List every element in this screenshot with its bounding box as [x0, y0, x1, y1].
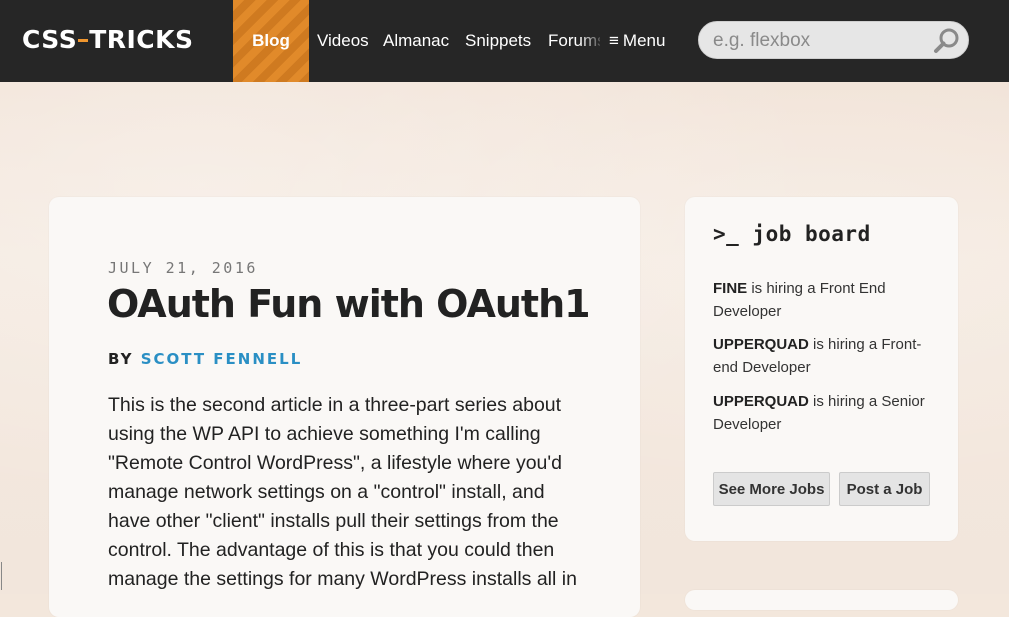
- byline-prefix: BY: [108, 350, 134, 368]
- search-icon[interactable]: [932, 26, 962, 56]
- hamburger-icon: ≡: [609, 31, 619, 50]
- job-listing: FINE is hiring a Front End Developer: [713, 277, 933, 323]
- article-date: JULY 21, 2016: [108, 259, 258, 277]
- site-logo[interactable]: CSS TRICKS: [22, 22, 194, 58]
- nav-item-almanac[interactable]: Almanac: [383, 0, 449, 82]
- menu-label: Menu: [622, 31, 666, 50]
- job-board-title: >_ job board: [713, 222, 871, 246]
- article-title[interactable]: OAuth Fun with OAuth1: [107, 279, 591, 329]
- nav-item-snippets[interactable]: Snippets: [465, 0, 531, 82]
- job-company-link[interactable]: UPPERQUAD: [713, 336, 809, 353]
- logo-text-right: TRICKS: [89, 25, 194, 54]
- search-input[interactable]: [711, 22, 925, 60]
- author-link[interactable]: SCOTT FENNELL: [141, 350, 303, 368]
- scrollbar-edge: [1, 562, 2, 590]
- top-navigation-bar: CSS TRICKS Blog Videos Almanac Snippets F…: [0, 0, 1009, 82]
- next-sidebar-card: [685, 590, 958, 610]
- job-board-card: >_ job board FINE is hiring a Front End …: [685, 197, 958, 541]
- article-byline: BY SCOTT FENNELL: [108, 350, 302, 368]
- article-card: JULY 21, 2016 OAuth Fun with OAuth1 BY S…: [49, 197, 640, 617]
- nav-item-forums[interactable]: Forums: [548, 0, 600, 82]
- logo-text-left: CSS: [22, 25, 78, 54]
- see-more-jobs-button[interactable]: See More Jobs: [713, 472, 830, 506]
- job-company-link[interactable]: FINE: [713, 280, 747, 297]
- post-a-job-button[interactable]: Post a Job: [839, 472, 930, 506]
- logo-dash: [78, 38, 89, 42]
- nav-item-blog[interactable]: Blog: [233, 0, 309, 82]
- job-listing: UPPERQUAD is hiring a Front-end Develope…: [713, 333, 933, 379]
- nav-item-videos[interactable]: Videos: [317, 0, 369, 82]
- job-listing: UPPERQUAD is hiring a Senior Developer: [713, 390, 933, 436]
- search-box: [698, 21, 969, 60]
- article-body: This is the second article in a three-pa…: [108, 394, 577, 590]
- job-company-link[interactable]: UPPERQUAD: [713, 393, 809, 410]
- menu-button[interactable]: ≡ Menu: [609, 0, 665, 82]
